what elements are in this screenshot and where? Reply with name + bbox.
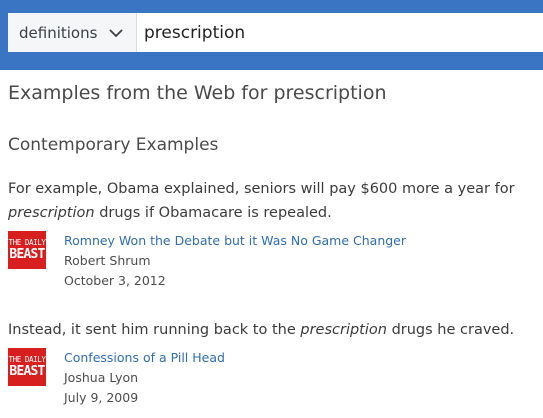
source-meta: Romney Won the Debate but it Was No Game… bbox=[64, 231, 406, 291]
sentence-text: For example, Obama explained, seniors wi… bbox=[8, 181, 515, 197]
source-article-link[interactable]: Confessions of a Pill Head bbox=[64, 350, 225, 365]
source-author: Robert Shrum bbox=[64, 253, 151, 268]
search-box: definitions bbox=[8, 13, 543, 52]
example-sentence: Instead, it sent him running back to the… bbox=[8, 318, 538, 342]
source-date: July 9, 2009 bbox=[64, 390, 139, 405]
highlighted-word: prescription bbox=[300, 322, 387, 338]
source-author: Joshua Lyon bbox=[64, 370, 139, 385]
sentence-text: Instead, it sent him running back to the bbox=[8, 322, 301, 338]
source-meta: Confessions of a Pill Head Joshua Lyon J… bbox=[64, 348, 225, 408]
section-title: Contemporary Examples bbox=[8, 135, 219, 155]
example-item: Instead, it sent him running back to the… bbox=[8, 318, 538, 412]
source-article-link[interactable]: Romney Won the Debate but it Was No Game… bbox=[64, 233, 406, 248]
category-dropdown-value: definitions bbox=[19, 23, 98, 42]
search-input[interactable] bbox=[144, 13, 534, 52]
daily-beast-logo: THE DAILY BEAST bbox=[8, 231, 46, 269]
page-title: Examples from the Web for prescription bbox=[8, 82, 387, 104]
example-source: THE DAILY BEAST Romney Won the Debate bu… bbox=[8, 231, 538, 295]
example-item: For example, Obama explained, seniors wi… bbox=[8, 177, 538, 295]
search-header: definitions bbox=[0, 0, 543, 70]
source-date: October 3, 2012 bbox=[64, 273, 166, 288]
example-sentence: For example, Obama explained, seniors wi… bbox=[8, 177, 538, 225]
sentence-text: drugs he craved. bbox=[386, 322, 515, 338]
daily-beast-logo: THE DAILY BEAST bbox=[8, 348, 46, 386]
example-source: THE DAILY BEAST Confessions of a Pill He… bbox=[8, 348, 538, 412]
sentence-text: drugs if Obamacare is repealed. bbox=[94, 205, 332, 221]
category-dropdown[interactable]: definitions bbox=[8, 13, 137, 52]
highlighted-word: prescription bbox=[8, 205, 95, 221]
chevron-down-icon bbox=[109, 29, 123, 38]
